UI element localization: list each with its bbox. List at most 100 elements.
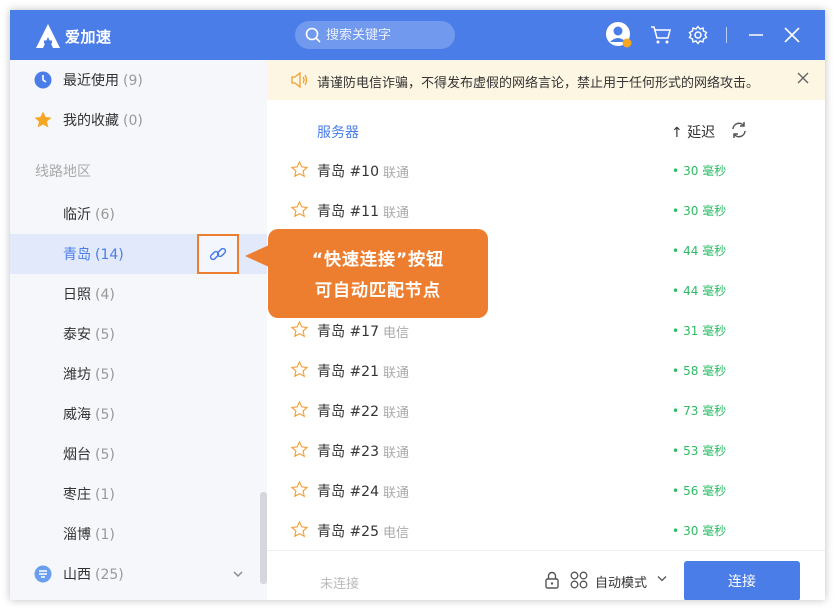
favorite-star-icon[interactable] (291, 321, 308, 338)
refresh-icon[interactable] (730, 121, 748, 139)
table-row[interactable]: 青岛 #24 联通 56 毫秒 (267, 470, 825, 510)
region-label: 日照 (63, 287, 91, 303)
sidebar-item-region[interactable]: 日照 (4) (10, 274, 260, 314)
app-window: 爱加速 搜索关键字 最近使用 (9) 我的收藏 (0) 线路地区 临沂 (6) … (10, 10, 825, 600)
favorite-star-icon[interactable] (291, 401, 308, 418)
server-latency: 30 毫秒 (672, 162, 726, 179)
logo-icon (36, 24, 60, 48)
province-count: (25) (95, 567, 124, 583)
region-label: 烟台 (63, 447, 91, 463)
table-row[interactable]: 青岛 #10 联通 30 毫秒 (267, 150, 825, 190)
app-name: 爱加速 (65, 27, 112, 46)
server-latency: 30 毫秒 (672, 202, 726, 219)
sidebar-item-recent[interactable]: 最近使用 (9) (10, 60, 260, 100)
lock-icon[interactable] (543, 571, 561, 589)
search-icon (305, 27, 321, 43)
server-name: 青岛 #17 (317, 324, 379, 340)
close-icon[interactable] (797, 72, 809, 84)
notice-bar: 请谨防电信诈骗，不得发布虚假的网络言论，禁止用于任何形式的网络攻击。 (267, 60, 825, 100)
sidebar-item-province-next[interactable] (10, 594, 260, 600)
favorite-star-icon[interactable] (291, 201, 308, 218)
search-input[interactable] (326, 27, 446, 43)
sidebar-item-label: 我的收藏 (63, 113, 119, 129)
column-header-delay[interactable]: ↑ 延迟 (671, 122, 715, 142)
quick-connect-button[interactable] (197, 234, 239, 274)
region-count: (5) (95, 367, 115, 383)
province-label: 山西 (63, 567, 91, 583)
favorite-star-icon[interactable] (291, 361, 308, 378)
sidebar-item-region[interactable]: 临沂 (6) (10, 194, 260, 234)
notice-text: 请谨防电信诈骗，不得发布虚假的网络言论，禁止用于任何形式的网络攻击。 (317, 76, 760, 91)
server-latency: 30 毫秒 (672, 522, 726, 539)
chevron-down-icon[interactable] (232, 568, 244, 580)
column-header-server[interactable]: 服务器 (317, 122, 359, 142)
server-name: 青岛 #23 (317, 444, 379, 460)
callout-line-2: 可自动匹配节点 (315, 281, 441, 301)
sidebar-item-region[interactable]: 泰安 (5) (10, 314, 260, 354)
region-label: 临沂 (63, 207, 91, 223)
server-name: 青岛 #24 (317, 484, 379, 500)
region-count: (5) (95, 447, 115, 463)
server-latency: 53 毫秒 (672, 442, 726, 459)
favorite-star-icon[interactable] (291, 161, 308, 178)
server-latency: 44 毫秒 (672, 282, 726, 299)
avatar-icon (606, 22, 632, 48)
sidebar-item-count: (0) (123, 113, 143, 129)
speaker-icon (291, 72, 308, 88)
sidebar-item-region[interactable]: 潍坊 (5) (10, 354, 260, 394)
sidebar-item-label: 最近使用 (63, 73, 119, 89)
connect-button[interactable]: 连接 (684, 561, 800, 600)
table-row[interactable]: 青岛 #22 联通 73 毫秒 (267, 390, 825, 430)
table-row[interactable]: 青岛 #25 电信 30 毫秒 (267, 510, 825, 550)
close-button[interactable] (779, 22, 805, 48)
cart-button[interactable] (648, 22, 674, 48)
server-latency: 58 毫秒 (672, 362, 726, 379)
section-title: 线路地区 (35, 164, 91, 180)
minimize-button[interactable] (743, 22, 769, 48)
favorite-star-icon[interactable] (291, 481, 308, 498)
sidebar-item-region[interactable]: 淄博 (1) (10, 514, 260, 554)
close-icon (784, 27, 800, 43)
server-isp: 联通 (383, 366, 410, 381)
table-row[interactable]: 青岛 #11 联通 30 毫秒 (267, 190, 825, 230)
server-latency: 44 毫秒 (672, 242, 726, 259)
search-box[interactable] (295, 21, 455, 49)
region-count: (14) (95, 247, 124, 263)
title-bar: 爱加速 (10, 10, 825, 60)
cart-icon (651, 26, 671, 44)
minimize-icon (749, 34, 763, 36)
server-latency: 31 毫秒 (672, 322, 726, 339)
title-separator (726, 27, 727, 43)
sidebar-item-province[interactable]: 山西 (25) (10, 554, 260, 594)
mode-selector[interactable]: 自动模式 (595, 572, 647, 591)
server-name: 青岛 #11 (317, 204, 379, 220)
table-row[interactable]: 青岛 #21 联通 58 毫秒 (267, 350, 825, 390)
sidebar-item-region[interactable]: 威海 (5) (10, 394, 260, 434)
region-count: (1) (95, 527, 115, 543)
app-logo: 爱加速 (34, 22, 112, 50)
star-icon (34, 111, 52, 128)
favorite-star-icon[interactable] (291, 441, 308, 458)
server-latency: 73 毫秒 (672, 402, 726, 419)
favorite-star-icon[interactable] (291, 521, 308, 538)
server-isp: 联通 (383, 206, 410, 221)
settings-button[interactable] (685, 22, 711, 48)
region-count: (1) (95, 487, 115, 503)
sidebar-scrollbar[interactable] (260, 492, 267, 584)
server-name: 青岛 #10 (317, 164, 379, 180)
server-latency: 56 毫秒 (672, 482, 726, 499)
sidebar-item-count: (9) (123, 73, 143, 89)
chevron-down-icon[interactable] (657, 575, 667, 583)
user-avatar[interactable] (605, 21, 633, 49)
sidebar-item-favorites[interactable]: 我的收藏 (0) (10, 100, 260, 140)
footer-bar: 未连接 自动模式 连接 (267, 550, 825, 600)
table-row[interactable]: 青岛 #23 联通 53 毫秒 (267, 430, 825, 470)
region-count: (4) (95, 287, 115, 303)
region-count: (5) (95, 407, 115, 423)
sidebar: 最近使用 (9) 我的收藏 (0) 线路地区 临沂 (6) 青岛 (14) 日照 (4) … (10, 60, 267, 600)
server-isp: 联通 (383, 166, 410, 181)
gear-icon (688, 25, 708, 45)
region-count: (5) (95, 327, 115, 343)
sidebar-item-region[interactable]: 烟台 (5) (10, 434, 260, 474)
sidebar-item-region[interactable]: 枣庄 (1) (10, 474, 260, 514)
